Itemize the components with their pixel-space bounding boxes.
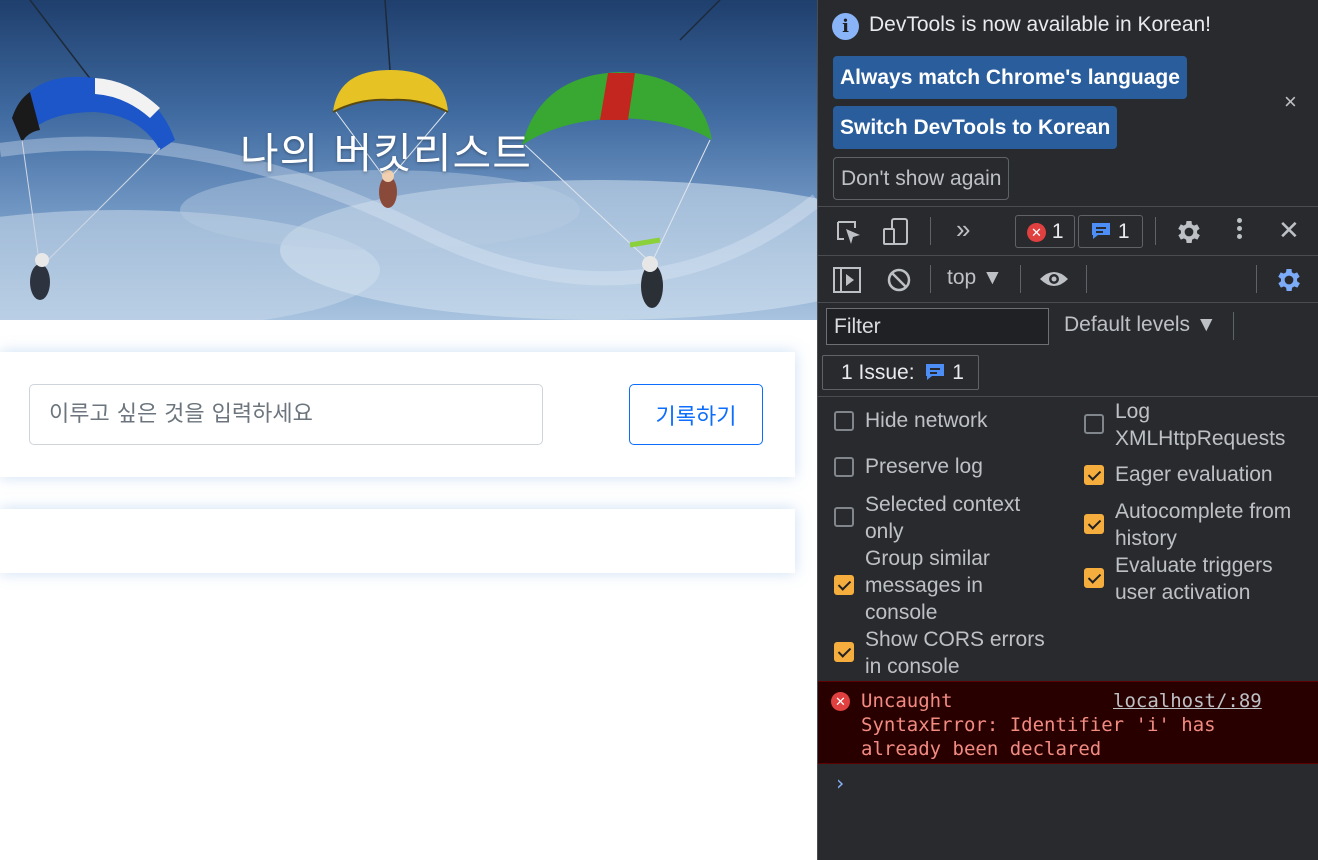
filter-input[interactable] [826,308,1049,345]
switch-to-korean-button[interactable]: Switch DevTools to Korean [833,106,1118,149]
message-count: 1 [1117,220,1130,243]
more-options-icon[interactable] [1237,215,1242,242]
toolbar-separator [1086,265,1087,293]
infobar-close-icon[interactable]: × [1284,89,1297,115]
goal-list-card [0,509,795,573]
sidebar-toggle-icon[interactable] [832,266,862,294]
info-icon: i [832,13,859,40]
console-toolbar: top ▼ [818,256,1318,303]
toolbar-separator [930,217,931,245]
show-cors-checkbox[interactable] [834,642,854,662]
eager-eval-checkbox[interactable] [1084,465,1104,485]
dont-show-again-button[interactable]: Don't show again [833,157,1010,200]
live-expression-eye-icon[interactable] [1038,268,1070,290]
issues-row: 1 Issue: 1 [818,349,1318,397]
preserve-log-checkbox[interactable] [834,457,854,477]
error-count: 1 [1051,220,1064,243]
selected-context-checkbox[interactable] [834,507,854,527]
language-infobar: i DevTools is now available in Korean! A… [818,0,1318,207]
toolbar-separator [1155,217,1156,245]
message-icon [1092,223,1110,239]
console-prompt[interactable]: › [834,771,846,795]
error-icon: ✕ [831,692,850,711]
devtools-panel: i DevTools is now available in Korean! A… [817,0,1318,860]
web-page: 나의 버킷리스트 기록하기 [0,0,817,860]
toolbar-separator [930,265,931,293]
device-toolbar-icon[interactable] [881,217,911,247]
autocomplete-checkbox[interactable] [1084,514,1104,534]
inspect-element-icon[interactable] [835,219,863,247]
goal-form-card: 기록하기 [0,352,795,477]
close-devtools-icon[interactable]: ✕ [1278,215,1300,246]
record-button[interactable]: 기록하기 [629,384,763,445]
console-settings-pane: Hide network Preserve log Selected conte… [818,397,1318,681]
toolbar-separator [1256,265,1257,293]
show-cors-label: Show CORS errors in console [865,628,1045,678]
page-title: 나의 버킷리스트 [240,129,532,178]
selected-context-label: Selected context only [865,493,1021,543]
goal-input[interactable] [29,384,543,445]
infobar-message: DevTools is now available in Korean! [869,13,1212,36]
message-count-badge[interactable]: 1 [1078,215,1143,248]
eval-triggers-label: Evaluate triggers user activation [1115,554,1273,604]
devtools-main-toolbar: » ✕ 1 1 ✕ [818,207,1318,256]
console-filter-row: Default levels ▼ [818,303,1318,349]
settings-gear-icon[interactable] [1174,217,1204,247]
toolbar-separator [1020,265,1021,293]
hero-banner: 나의 버킷리스트 [0,0,817,320]
toolbar-separator [1233,312,1234,340]
log-xhr-label: Log XMLHttpRequests [1115,400,1286,450]
console-error-message: ✕ Uncaught SyntaxError: Identifier 'i' h… [818,681,1318,764]
eager-eval-label: Eager evaluation [1115,463,1273,486]
console-settings-gear-icon[interactable] [1274,265,1304,295]
more-tabs-icon[interactable]: » [956,214,970,245]
issues-count: 1 [952,361,964,384]
eval-triggers-checkbox[interactable] [1084,568,1104,588]
clear-console-icon[interactable] [886,267,912,293]
issues-label: 1 Issue: [841,361,915,384]
hide-network-checkbox[interactable] [834,411,854,431]
log-levels-dropdown[interactable]: Default levels ▼ [1064,313,1217,337]
issues-button[interactable]: 1 Issue: 1 [822,355,979,390]
issue-message-icon [926,364,945,380]
error-icon: ✕ [1027,223,1046,242]
autocomplete-label: Autocomplete from history [1115,500,1292,550]
error-count-badge[interactable]: ✕ 1 [1015,215,1075,248]
group-similar-label: Group similar messages in console [865,547,990,624]
group-similar-checkbox[interactable] [834,575,854,595]
log-xhr-checkbox[interactable] [1084,414,1104,434]
context-selector[interactable]: top ▼ [947,266,1003,290]
error-source-link[interactable]: localhost/:89 [1113,689,1262,713]
always-match-language-button[interactable]: Always match Chrome's language [833,56,1187,99]
hide-network-label: Hide network [865,409,988,432]
preserve-log-label: Preserve log [865,455,983,478]
